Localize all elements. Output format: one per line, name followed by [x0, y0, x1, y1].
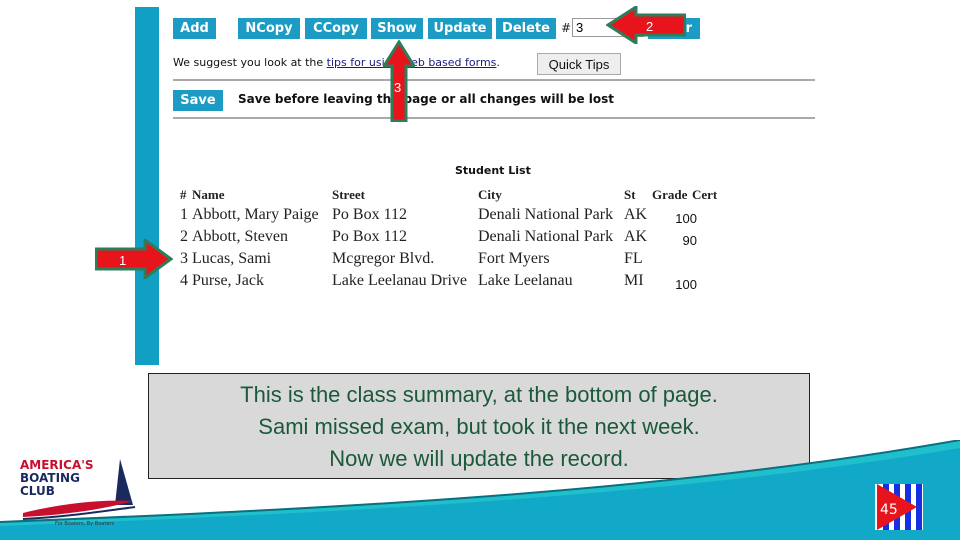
add-button[interactable]: Add [173, 18, 216, 39]
logo-tagline: For Boaters, By Boaters [55, 521, 114, 527]
grade-value: 100 [675, 277, 697, 292]
ccopy-button[interactable]: CCopy [305, 18, 367, 39]
record-number-label: # [561, 21, 572, 35]
table-row: 4 Purse, Jack Lake Leelanau Drive Lake Leel… [180, 270, 717, 292]
student-list-table: # Name Street City St Grade Cert 1 Abbott… [180, 186, 717, 292]
quick-tips-button[interactable]: Quick Tips [537, 53, 621, 75]
student-list-title: Student List [455, 164, 531, 177]
street-cell: Po Box 112 [332, 206, 407, 223]
cert-cell [692, 248, 717, 270]
street-cell: Po Box 112 [332, 228, 407, 245]
page-number-flag: 45 [875, 484, 923, 530]
student-name: Abbott, Mary Paige [192, 206, 319, 223]
col-header-grade: Grade [652, 187, 688, 202]
student-name: Abbott, Steven [192, 228, 288, 245]
ncopy-button[interactable]: NCopy [238, 18, 300, 39]
callout-number: 1 [119, 253, 126, 268]
table-row: 2 Abbott, Steven Po Box 112 Denali National… [180, 226, 717, 248]
suggestion-suffix: . [496, 56, 500, 69]
state-cell: FL [624, 250, 643, 267]
city-cell: Denali National Park [478, 206, 614, 223]
grade-value: 90 [682, 233, 697, 248]
americas-boating-club-logo: AMERICA'S BOATING CLUB For Boaters, By B… [20, 458, 136, 527]
student-name: Purse, Jack [192, 272, 264, 289]
callout-number: 3 [394, 80, 401, 95]
grade-cell-spacer [652, 248, 692, 270]
col-header-city: City [478, 187, 502, 202]
save-button[interactable]: Save [173, 90, 223, 111]
page-number: 45 [880, 502, 898, 518]
row-number: 3 [180, 250, 188, 267]
city-cell: Fort Myers [478, 250, 550, 267]
delete-button[interactable]: Delete [496, 18, 556, 39]
city-cell: Denali National Park [478, 228, 614, 245]
street-cell: Mcgregor Blvd. [332, 250, 435, 267]
city-cell: Lake Leelanau [478, 272, 573, 289]
col-header-cert: Cert [692, 187, 718, 202]
col-header-state: St [624, 187, 636, 202]
decorative-wave [0, 440, 960, 540]
logo-text-boating: BOATING [20, 471, 80, 485]
save-warning-text: Save before leaving the page or all chan… [238, 92, 615, 106]
state-cell: MI [624, 272, 644, 289]
show-button[interactable]: Show [371, 18, 423, 39]
callout-arrow-3: 3 [383, 40, 415, 122]
summary-line: Sami missed exam, but took it the next w… [258, 414, 700, 439]
table-row: 1 Abbott, Mary Paige Po Box 112 Denali Nati… [180, 204, 717, 226]
suggestion-prefix: We suggest you look at the [173, 56, 327, 69]
suggestion-text: We suggest you look at the tips for usin… [173, 56, 500, 69]
state-cell: AK [624, 206, 648, 223]
callout-number: 2 [646, 19, 653, 34]
summary-line: This is the class summary, at the bottom… [240, 382, 718, 407]
sail-icon [115, 459, 133, 505]
col-header-name: Name [192, 187, 225, 202]
divider [173, 79, 815, 81]
state-cell: AK [624, 228, 648, 245]
table-header-row: # Name Street City St Grade Cert [180, 186, 717, 204]
accent-sidebar-bar [135, 7, 159, 365]
table-row: 3 Lucas, Sami Mcgregor Blvd. Fort Myers FL [180, 248, 717, 270]
callout-arrow-1: 1 [95, 239, 173, 279]
grade-value: 100 [675, 211, 697, 226]
update-button[interactable]: Update [428, 18, 492, 39]
row-number: 4 [180, 272, 188, 289]
student-name: Lucas, Sami [192, 250, 272, 267]
logo-text-club: CLUB [20, 484, 55, 498]
row-number: 2 [180, 228, 188, 245]
logo-text-americas: AMERICA'S [20, 458, 94, 472]
callout-arrow-2: 2 [606, 6, 686, 44]
divider [173, 117, 815, 119]
col-header-street: Street [332, 187, 365, 202]
street-cell: Lake Leelanau Drive [332, 272, 468, 289]
row-number: 1 [180, 206, 188, 223]
col-header-number: # [180, 187, 187, 202]
